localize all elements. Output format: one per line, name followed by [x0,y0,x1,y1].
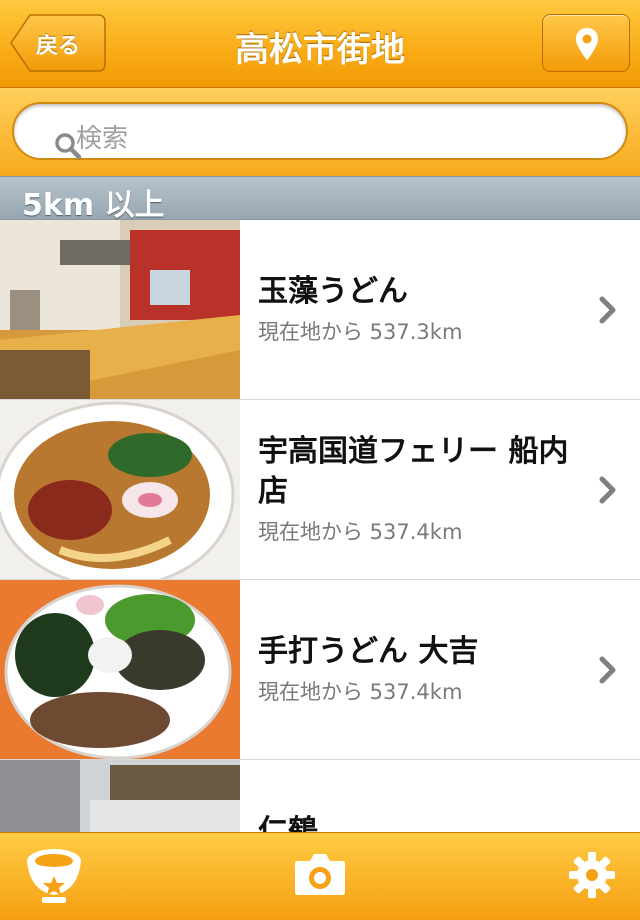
list-item[interactable]: 宇高国道フェリー 船内店 現在地から 537.4km [0,400,640,580]
search-bar: 検索 [0,88,640,176]
restaurant-distance: 現在地から 537.4km [258,520,463,544]
search-input[interactable]: 検索 [12,102,628,160]
tab-bar [0,832,640,920]
back-button-label: 戻る [36,34,81,59]
restaurant-list: 玉藻うどん 現在地から 537.3km 宇高国道フェリー 船内店 現在地から 5… [0,220,640,832]
list-item[interactable]: 仁鶴 [0,760,640,832]
restaurant-distance: 現在地から 537.4km [258,680,463,704]
chevron-right-icon [598,656,618,688]
chevron-right-icon [598,476,618,508]
nav-bar: 戻る 高松市街地 [0,0,640,88]
restaurant-name: 玉藻うどん [258,274,408,309]
camera-icon[interactable] [294,849,346,901]
map-button[interactable] [542,14,630,72]
restaurant-photo [0,400,240,579]
list-item[interactable]: 玉藻うどん 現在地から 537.3km [0,220,640,400]
restaurant-photo [0,580,240,759]
restaurant-name: 手打うどん 大吉 [258,634,479,669]
chevron-right-icon [598,296,618,328]
search-placeholder: 検索 [76,124,129,154]
list-item[interactable]: 手打うどん 大吉 現在地から 537.4km [0,580,640,760]
restaurant-name: 仁鶴 [258,814,318,832]
section-header-label: 5km 以上 [22,188,165,223]
back-button[interactable]: 戻る [10,14,106,72]
page-title: 高松市街地 [235,30,405,70]
restaurant-name: 宇高国道フェリー 船内店 [258,434,569,509]
restaurant-distance: 現在地から 537.3km [258,320,463,344]
section-header: 5km 以上 [0,176,640,223]
restaurant-photo [0,220,240,399]
restaurant-photo [0,760,240,832]
udon-bowl-star-icon[interactable] [24,843,84,911]
gear-icon[interactable] [568,851,616,903]
